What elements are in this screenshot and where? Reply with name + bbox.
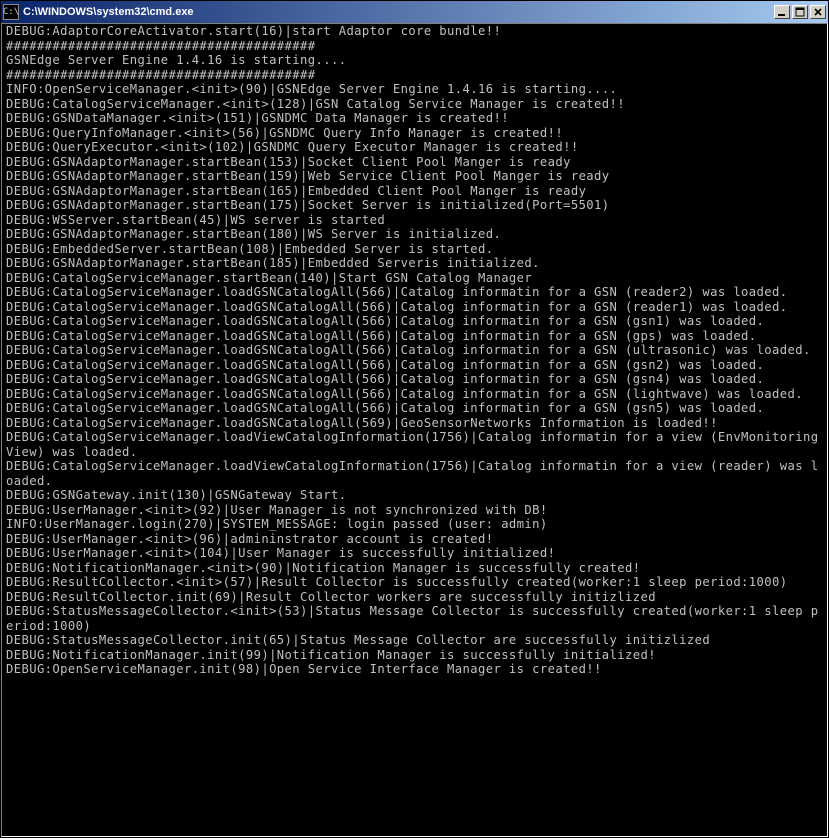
close-button[interactable] bbox=[810, 5, 826, 19]
maximize-icon bbox=[795, 7, 805, 17]
console-area: DEBUG:AdaptorCoreActivator.start(16)|sta… bbox=[1, 23, 828, 837]
cmd-window: C:\ C:\WINDOWS\system32\cmd.exe DEBUG:Ad… bbox=[0, 0, 829, 838]
minimize-button[interactable] bbox=[774, 5, 790, 19]
maximize-button[interactable] bbox=[792, 5, 808, 19]
console-output[interactable]: DEBUG:AdaptorCoreActivator.start(16)|sta… bbox=[2, 24, 827, 836]
cmd-icon: C:\ bbox=[3, 4, 19, 20]
close-icon bbox=[813, 7, 823, 17]
window-controls bbox=[774, 5, 826, 19]
window-title: C:\WINDOWS\system32\cmd.exe bbox=[23, 6, 774, 18]
titlebar[interactable]: C:\ C:\WINDOWS\system32\cmd.exe bbox=[1, 1, 828, 23]
minimize-icon bbox=[777, 7, 787, 17]
